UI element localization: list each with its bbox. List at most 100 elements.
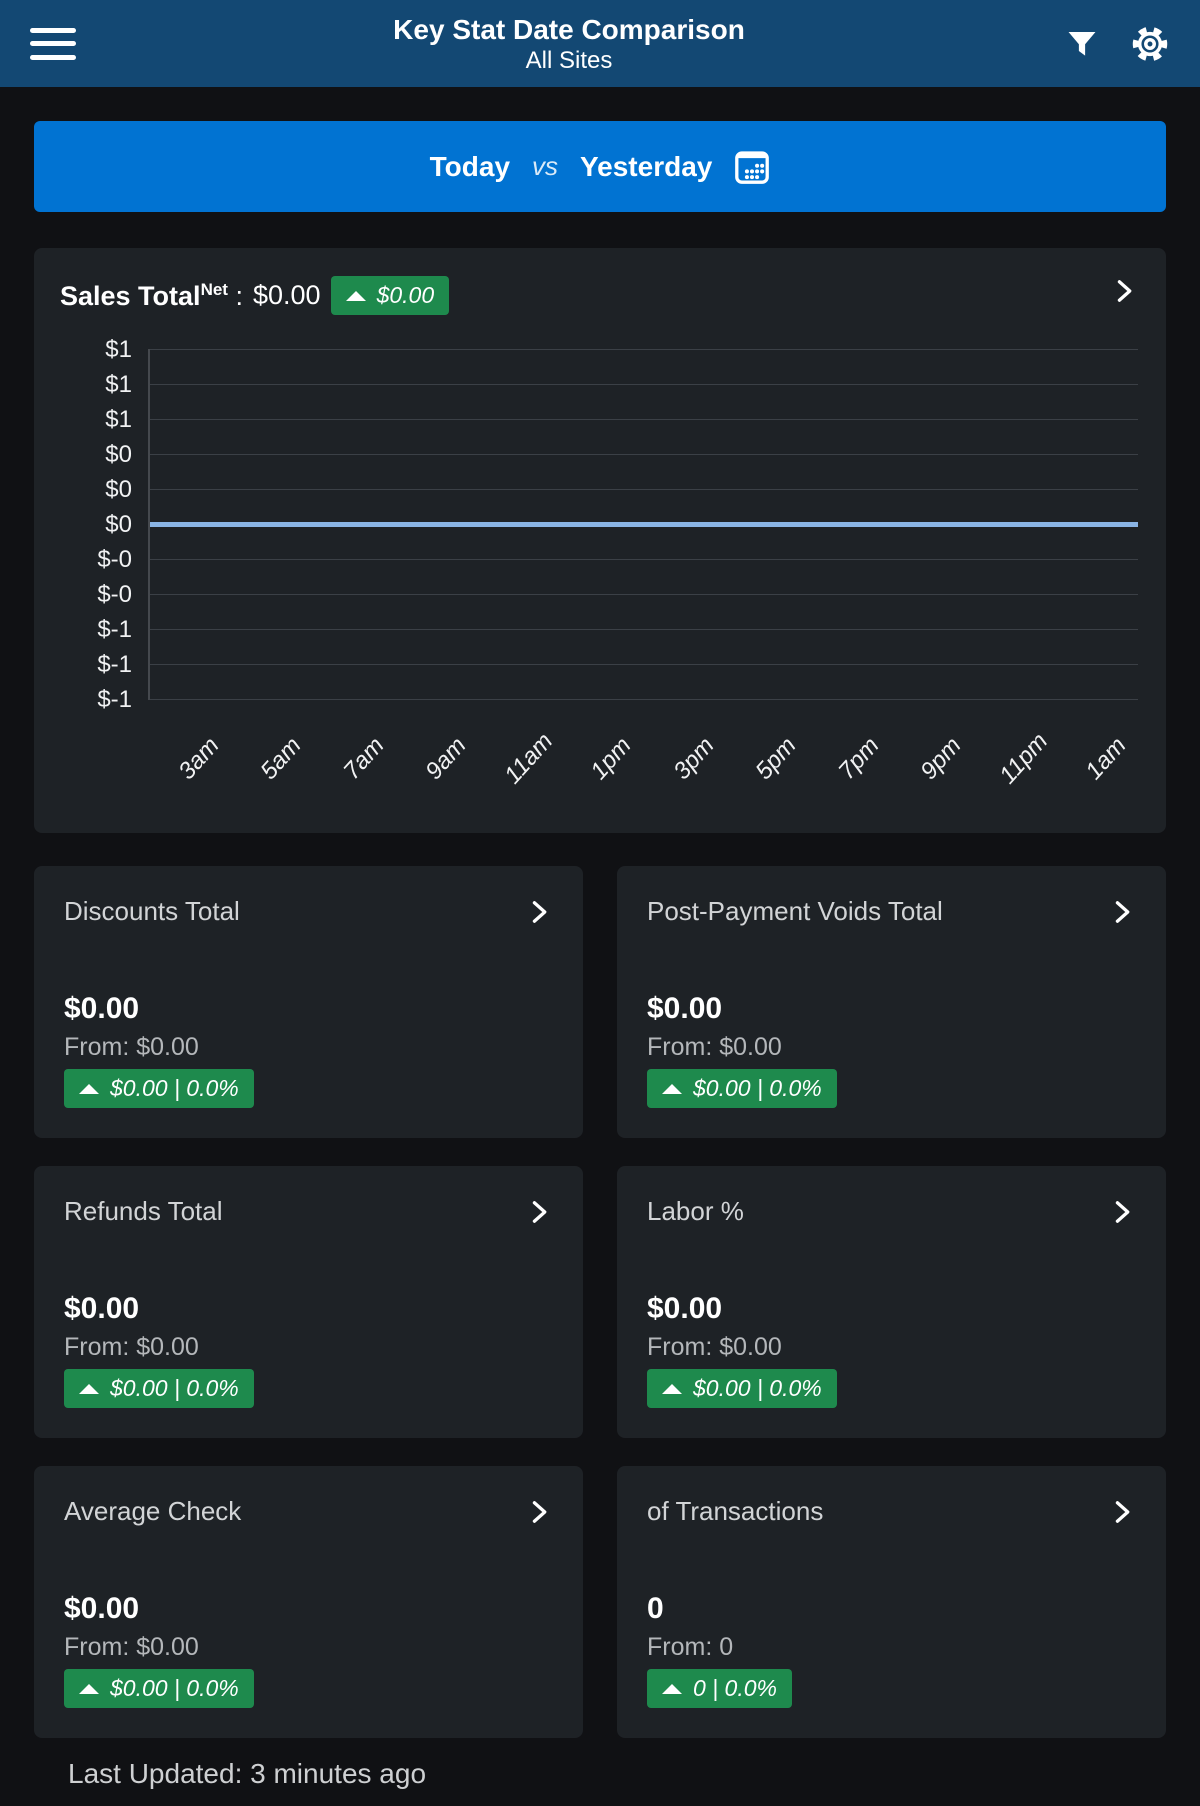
stat-card[interactable]: Labor % $0.00 From: $0.00 $0.00 | 0.0% <box>617 1166 1166 1438</box>
sales-total-change-value: $0.00 <box>377 282 435 309</box>
y-axis-tick-label: $-1 <box>60 647 132 682</box>
stat-card-change-value: $0.00 | 0.0% <box>693 1375 822 1402</box>
app-bar-titles: Key Stat Date Comparison All Sites <box>76 13 1062 75</box>
stat-card-change-value: $0.00 | 0.0% <box>110 1375 239 1402</box>
stat-card[interactable]: Average Check $0.00 From: $0.00 $0.00 | … <box>34 1466 583 1738</box>
filter-icon[interactable] <box>1062 24 1102 64</box>
chevron-right-icon[interactable] <box>525 1497 553 1527</box>
sales-total-title: Sales TotalNet : <box>60 280 243 312</box>
plot-area <box>148 349 1138 700</box>
app-bar: Key Stat Date Comparison All Sites <box>0 0 1200 87</box>
x-axis-tick-label: 9pm <box>916 732 968 785</box>
compare-secondary-label: Yesterday <box>580 151 712 183</box>
x-axis-tick-label: 7am <box>338 732 390 785</box>
y-axis-tick-label: $0 <box>60 507 132 542</box>
stat-card-title: Refunds Total <box>64 1196 223 1227</box>
sales-total-net-superscript: Net <box>201 280 228 299</box>
stat-card-change-badge: $0.00 | 0.0% <box>647 1069 837 1108</box>
stat-card-from: From: $0.00 <box>647 1033 782 1062</box>
stat-card-change-value: $0.00 | 0.0% <box>693 1075 822 1102</box>
stat-card[interactable]: Refunds Total $0.00 From: $0.00 $0.00 | … <box>34 1166 583 1438</box>
stat-card-title: of Transactions <box>647 1496 823 1527</box>
stat-card-change-badge: $0.00 | 0.0% <box>64 1069 254 1108</box>
y-axis-tick-label: $-1 <box>60 682 132 717</box>
stat-card-from: From: 0 <box>647 1633 733 1662</box>
stat-card-title: Post-Payment Voids Total <box>647 896 943 927</box>
y-axis-tick-label: $1 <box>60 367 132 402</box>
sales-total-value: $0.00 <box>253 280 321 311</box>
stat-card-value: 0 <box>647 1592 664 1626</box>
sales-total-change-badge: $0.00 <box>331 276 450 315</box>
y-axis-tick-label: $-0 <box>60 577 132 612</box>
increase-arrow-icon <box>662 1084 682 1094</box>
page-subtitle: All Sites <box>76 47 1062 75</box>
x-axis-tick-label: 11am <box>499 728 559 790</box>
chevron-right-icon[interactable] <box>525 897 553 927</box>
stat-card-from: From: $0.00 <box>64 1633 199 1662</box>
y-axis-tick-label: $0 <box>60 472 132 507</box>
last-updated-label: Last Updated: 3 minutes ago <box>68 1758 1166 1806</box>
y-axis-tick-label: $-1 <box>60 612 132 647</box>
increase-arrow-icon <box>662 1384 682 1394</box>
stat-card-title: Labor % <box>647 1196 744 1227</box>
x-axis-tick-label: 9am <box>421 732 473 785</box>
x-axis-tick-label: 5pm <box>751 732 803 785</box>
x-axis-tick-label: 11pm <box>994 728 1054 790</box>
y-axis-tick-label: $1 <box>60 402 132 437</box>
x-axis-tick-label: 7pm <box>833 732 885 785</box>
increase-arrow-icon <box>79 1684 99 1694</box>
stat-card-change-value: $0.00 | 0.0% <box>110 1075 239 1102</box>
gear-icon[interactable] <box>1130 24 1170 64</box>
stat-card-title: Average Check <box>64 1496 241 1527</box>
x-axis-tick-label: 1am <box>1081 732 1133 785</box>
stat-card[interactable]: Discounts Total $0.00 From: $0.00 $0.00 … <box>34 866 583 1138</box>
stat-card-value: $0.00 <box>647 1292 722 1326</box>
page-title: Key Stat Date Comparison <box>76 13 1062 47</box>
stat-card-change-badge: 0 | 0.0% <box>647 1669 792 1708</box>
stat-card-change-value: 0 | 0.0% <box>693 1675 777 1702</box>
stat-card-value: $0.00 <box>64 1292 139 1326</box>
compare-separator-label: vs <box>532 151 558 182</box>
increase-arrow-icon <box>79 1084 99 1094</box>
stat-card-change-badge: $0.00 | 0.0% <box>64 1369 254 1408</box>
stat-card-from: From: $0.00 <box>64 1333 199 1362</box>
sales-total-separator: : <box>235 281 243 311</box>
x-axis-tick-label: 3am <box>173 732 225 785</box>
stat-card-from: From: $0.00 <box>647 1333 782 1362</box>
stat-card-value: $0.00 <box>64 992 139 1026</box>
stat-card[interactable]: Post-Payment Voids Total $0.00 From: $0.… <box>617 866 1166 1138</box>
y-axis: $1 $1 $1 $0 $0 $0 $-0 $-0 $-1 <box>60 332 132 717</box>
menu-icon[interactable] <box>30 28 76 60</box>
increase-arrow-icon <box>79 1384 99 1394</box>
chevron-right-icon[interactable] <box>525 1197 553 1227</box>
stat-card-change-value: $0.00 | 0.0% <box>110 1675 239 1702</box>
x-axis-tick-label: 3pm <box>668 732 720 785</box>
date-comparison-banner[interactable]: Today vs Yesterday <box>34 121 1166 212</box>
stat-card-change-badge: $0.00 | 0.0% <box>647 1369 837 1408</box>
sales-line-chart: $1 $1 $1 $0 $0 $0 $-0 $-0 $-1 <box>60 349 1138 809</box>
x-axis-tick-label: 1pm <box>586 732 638 785</box>
stat-card-grid: Discounts Total $0.00 From: $0.00 $0.00 … <box>34 866 1166 1738</box>
increase-arrow-icon <box>346 291 366 301</box>
x-axis: 3am 5am 7am 9am 11am <box>148 717 1138 809</box>
chevron-right-icon[interactable] <box>1108 897 1136 927</box>
stat-card-value: $0.00 <box>64 1592 139 1626</box>
x-axis-tick-label: 5am <box>256 732 308 785</box>
calendar-icon <box>734 148 770 186</box>
stat-card-title: Discounts Total <box>64 896 240 927</box>
chevron-right-icon[interactable] <box>1110 276 1138 306</box>
stat-card[interactable]: of Transactions 0 From: 0 0 | 0.0% <box>617 1466 1166 1738</box>
stat-card-value: $0.00 <box>647 992 722 1026</box>
y-axis-tick-label: $-0 <box>60 542 132 577</box>
compare-primary-label: Today <box>430 151 510 183</box>
chevron-right-icon[interactable] <box>1108 1497 1136 1527</box>
stat-card-change-badge: $0.00 | 0.0% <box>64 1669 254 1708</box>
chevron-right-icon[interactable] <box>1108 1197 1136 1227</box>
y-axis-tick-label: $1 <box>60 332 132 367</box>
series-line-today <box>150 522 1138 527</box>
stat-card-from: From: $0.00 <box>64 1033 199 1062</box>
sales-total-card: Sales TotalNet : $0.00 $0.00 $1 <box>34 248 1166 833</box>
sales-total-label: Sales Total <box>60 281 201 311</box>
y-axis-tick-label: $0 <box>60 437 132 472</box>
increase-arrow-icon <box>662 1684 682 1694</box>
